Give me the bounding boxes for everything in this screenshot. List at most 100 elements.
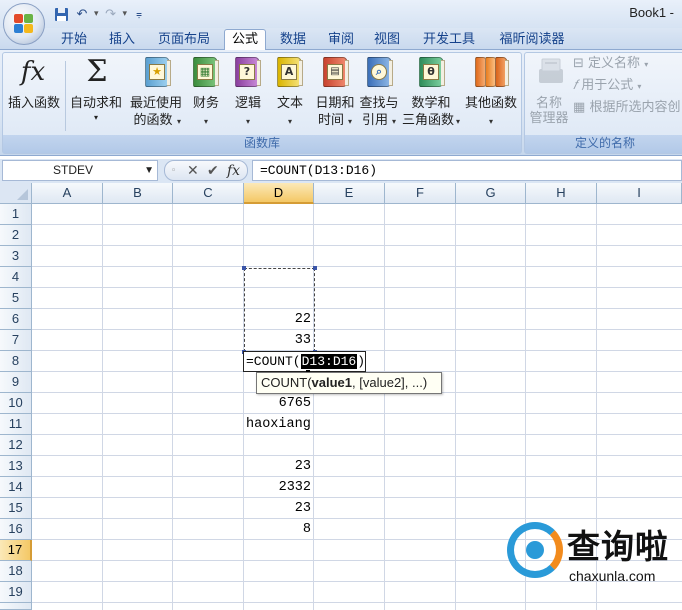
expand-handle-icon[interactable]: ◦ (171, 162, 176, 180)
tab-review[interactable]: 审阅 (320, 30, 362, 50)
row-header-16[interactable]: 16 (0, 519, 32, 540)
row-header-9[interactable]: 9 (0, 372, 32, 393)
cell-d17-editor[interactable]: =COUNT(D13:D16) (243, 351, 366, 372)
row-header-5[interactable]: 5 (0, 288, 32, 309)
insert-function-icon[interactable]: fx (227, 162, 240, 180)
tab-data[interactable]: 数据 (272, 30, 314, 50)
column-header-i[interactable]: I (597, 183, 682, 204)
chevron-down-icon: ▾ (637, 82, 642, 91)
tab-home[interactable]: 开始 (52, 30, 96, 50)
tab-foxit-reader[interactable]: 福昕阅读器 (490, 30, 574, 50)
tab-insert[interactable]: 插入 (100, 30, 144, 50)
cell-d10[interactable]: 6765 (245, 393, 311, 413)
column-header-c[interactable]: C (173, 183, 244, 204)
gridline (32, 602, 682, 603)
select-all-button[interactable] (0, 183, 32, 204)
text-book-icon: A (275, 55, 307, 91)
formula-input[interactable]: =COUNT(D13:D16) (252, 160, 682, 181)
selected-range-text: D13:D16 (300, 354, 358, 369)
redo-dropdown-icon[interactable]: ▾ (123, 9, 128, 19)
column-header-h[interactable]: H (526, 183, 597, 204)
tab-page-layout[interactable]: 页面布局 (148, 30, 220, 50)
sigma-icon: Σ (86, 54, 108, 89)
gridline (455, 204, 456, 610)
tab-view[interactable]: 视图 (366, 30, 408, 50)
row-header-11[interactable]: 11 (0, 414, 32, 435)
use-in-formula-button[interactable]: 𝑓 用于公式 ▾ (573, 77, 641, 96)
cell-d14[interactable]: 2332 (245, 477, 311, 497)
gridline (313, 204, 314, 610)
name-box-dropdown-icon[interactable]: ▼ (144, 161, 154, 180)
gridline (32, 308, 682, 309)
column-header-g[interactable]: G (456, 183, 526, 204)
cell-d16[interactable]: 8 (245, 519, 311, 539)
range-handle[interactable] (313, 266, 317, 270)
create-from-selection-button[interactable]: ▦ 根据所选内容创 (573, 99, 680, 117)
row-header-20[interactable] (0, 603, 32, 610)
undo-dropdown-icon[interactable]: ▾ (94, 9, 99, 19)
gridline (32, 455, 682, 456)
formula-buttons: ◦ ✕ ✔ fx (164, 160, 248, 181)
row-header-3[interactable]: 3 (0, 246, 32, 267)
cell-d15[interactable]: 23 (245, 498, 311, 518)
column-header-d[interactable]: D (244, 183, 314, 204)
gridline (102, 204, 103, 610)
tab-formulas[interactable]: 公式 (224, 29, 266, 51)
row-header-19[interactable]: 19 (0, 582, 32, 603)
lookup-book-icon: ⌕ (365, 55, 397, 91)
row-header-1[interactable]: 1 (0, 204, 32, 225)
define-name-icon: ⊟ (573, 56, 584, 71)
range-reference-marquee (242, 266, 317, 354)
recent-book-icon: ★ (143, 55, 175, 91)
row-header-10[interactable]: 10 (0, 393, 32, 414)
row-header-6[interactable]: 6 (0, 309, 32, 330)
row-header-17[interactable]: 17 (0, 540, 32, 561)
math-book-icon: θ (417, 55, 449, 91)
save-icon[interactable] (52, 5, 70, 23)
row-header-12[interactable]: 12 (0, 435, 32, 456)
define-name-button[interactable]: ⊟ 定义名称 ▾ (573, 55, 648, 74)
gridline (32, 497, 682, 498)
range-handle[interactable] (242, 266, 246, 270)
function-library-group: fx 插入函数 Σ 自动求和 ▾ ★ 最近使用 的函数 ▾ ▦ 财务 ▾ ? 逻… (2, 52, 522, 154)
row-header-7[interactable]: 7 (0, 330, 32, 351)
row-header-14[interactable]: 14 (0, 477, 32, 498)
gridline (32, 434, 682, 435)
row-header-15[interactable]: 15 (0, 498, 32, 519)
watermark-logo: 查询啦 chaxunla.com (505, 518, 681, 592)
create-from-selection-icon: ▦ (573, 100, 586, 115)
chaxunla-logo-icon (507, 522, 563, 578)
undo-icon[interactable]: ↶ (73, 5, 91, 23)
row-header-8[interactable]: 8 (0, 351, 32, 372)
cell-d11[interactable]: haoxiang (246, 414, 326, 434)
cancel-icon[interactable]: ✕ (187, 162, 199, 180)
more-books-icon (475, 55, 509, 91)
column-header-f[interactable]: F (385, 183, 456, 204)
name-manager-icon (535, 55, 567, 91)
ribbon: fx 插入函数 Σ 自动求和 ▾ ★ 最近使用 的函数 ▾ ▦ 财务 ▾ ? 逻… (0, 50, 682, 156)
enter-icon[interactable]: ✔ (207, 162, 219, 180)
financial-book-icon: ▦ (191, 55, 223, 91)
row-header-18[interactable]: 18 (0, 561, 32, 582)
column-header-e[interactable]: E (314, 183, 385, 204)
row-header-4[interactable]: 4 (0, 267, 32, 288)
gridline (384, 204, 385, 610)
cell-d13[interactable]: 23 (245, 456, 311, 476)
column-header-b[interactable]: B (103, 183, 173, 204)
defined-names-group: 名称 管理器 ⊟ 定义名称 ▾ 𝑓 用于公式 ▾ ▦ 根据所选内容创 定义的名称 (524, 52, 682, 154)
name-box[interactable]: STDEV ▼ (2, 160, 158, 181)
customize-qat-icon[interactable]: ⩦ (130, 5, 148, 23)
tab-developer[interactable]: 开发工具 (414, 30, 484, 50)
gridline (243, 204, 244, 610)
chevron-down-icon: ▾ (644, 60, 649, 69)
gridline (32, 287, 682, 288)
row-header-13[interactable]: 13 (0, 456, 32, 477)
office-button[interactable] (3, 3, 45, 45)
datetime-book-icon: ▤ (321, 55, 353, 91)
window-title: Book1 - (629, 5, 674, 20)
column-header-a[interactable]: A (32, 183, 103, 204)
title-bar: ↶ ▾ ↷ ▾ ⩦ Book1 - (0, 0, 682, 28)
row-header-2[interactable]: 2 (0, 225, 32, 246)
redo-icon[interactable]: ↷ (102, 5, 120, 23)
function-signature-tooltip[interactable]: COUNT(value1, [value2], ...) (256, 372, 442, 394)
